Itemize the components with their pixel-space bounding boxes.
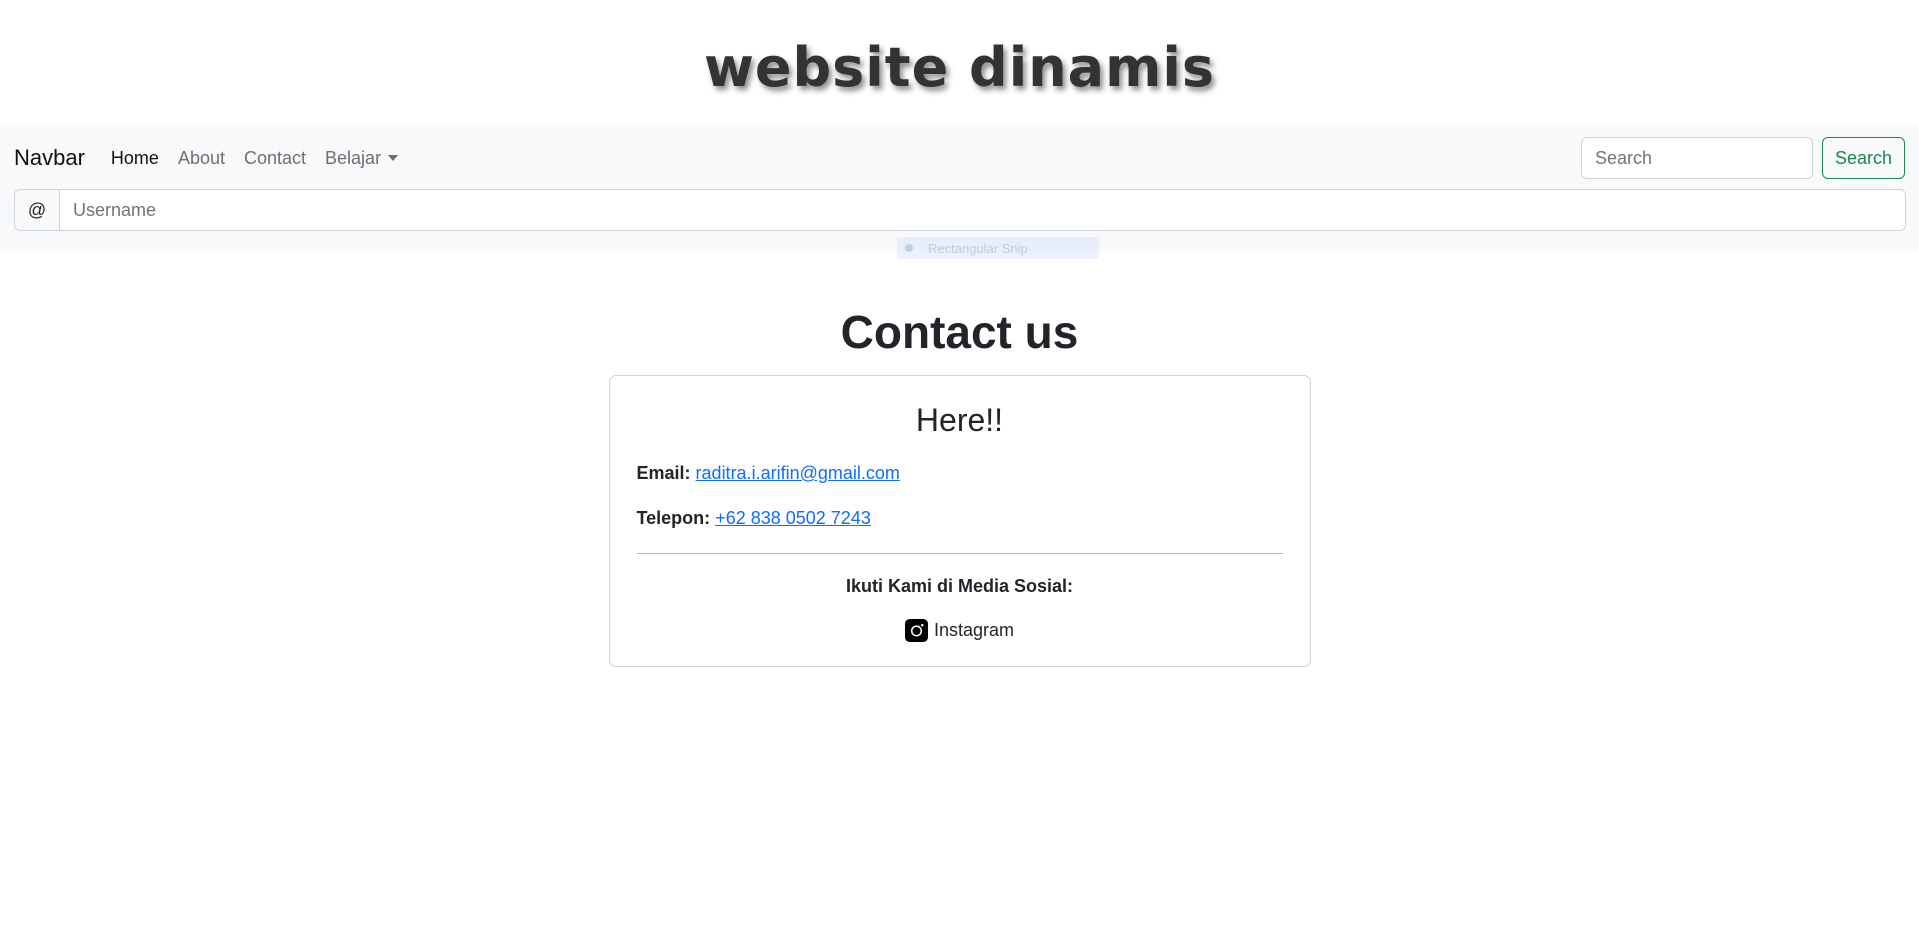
nav-link-home[interactable]: Home [111,148,159,169]
phone-line: Telepon: +62 838 0502 7243 [637,508,1283,529]
snip-mode-label: Rectangular Snip [928,240,1028,256]
page-title: Contact us [840,306,1079,358]
navbar: Navbar Home About Contact Belajar Search [0,127,1919,189]
email-label: Email: [636,463,691,483]
contact-card: Here!! Email: raditra.i.arifin@gmail.com… [608,375,1311,667]
search-form: Search [1580,137,1905,179]
instagram-label: Instagram [933,620,1015,640]
username-input-group: @ [14,189,1906,231]
main-content: Contact us Here!! Email: raditra.i.arifi… [0,309,1919,667]
nav-dropdown-label: Belajar [325,147,382,168]
nav-dropdown-belajar[interactable]: Belajar [325,147,399,169]
navbar-brand[interactable]: Navbar [14,145,85,171]
instagram-link[interactable]: Instagram [637,619,1283,642]
social-heading: Ikuti Kami di Media Sosial: [845,576,1074,596]
phone-label: Telepon: [636,508,711,528]
email-link[interactable]: raditra.i.arifin@gmail.com [696,463,900,483]
email-line: Email: raditra.i.arifin@gmail.com [637,463,1283,484]
nav-link-contact[interactable]: Contact [244,148,306,169]
card-title: Here!! [915,402,1004,438]
phone-link[interactable]: +62 838 0502 7243 [715,508,871,528]
navbar-area: Navbar Home About Contact Belajar Search… [0,127,1919,259]
site-title: website dinamis [703,36,1216,99]
snip-mode-icon [905,244,913,252]
at-sign-addon: @ [14,189,59,231]
instagram-icon [904,619,928,642]
snip-tool-overlay: Rectangular Snip [897,237,1099,259]
search-input[interactable] [1580,137,1813,179]
site-header: website dinamis [0,0,1919,127]
caret-down-icon [388,154,399,161]
username-input[interactable] [59,189,1906,231]
divider [636,553,1283,554]
search-button[interactable]: Search [1821,137,1905,179]
nav-link-about[interactable]: About [178,148,225,169]
